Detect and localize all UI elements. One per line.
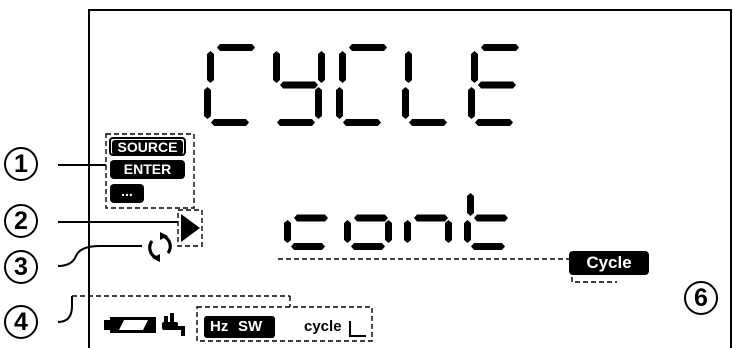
cycle-bar-label: cycle — [304, 318, 342, 335]
segment-a — [217, 44, 255, 51]
segment-f — [207, 51, 214, 83]
callout-2: 2 — [4, 204, 38, 238]
segment-c — [385, 220, 392, 243]
segment-d — [409, 119, 447, 126]
segment-d — [343, 119, 381, 126]
sw-label: SW — [238, 318, 263, 335]
segment-e — [336, 87, 343, 119]
segment-e — [204, 87, 211, 119]
segment-d — [475, 119, 513, 126]
segment-f — [471, 51, 478, 83]
play-triangle-icon — [181, 214, 200, 242]
enter-badge: ENTER — [110, 160, 185, 179]
battery-icon — [104, 317, 156, 333]
more-badge: ... — [110, 184, 144, 203]
segment-f — [339, 51, 346, 83]
segment-d — [471, 243, 505, 250]
segment-g — [280, 81, 318, 89]
hz-label: Hz — [210, 318, 229, 335]
repeat-cycle-icon — [148, 232, 172, 262]
segment-c — [315, 87, 322, 119]
segment-d — [291, 243, 325, 250]
segment-g — [478, 81, 516, 89]
segment-d — [351, 243, 385, 250]
callout-4: 4 — [4, 305, 38, 339]
segment-b — [318, 51, 325, 83]
segment-g — [354, 214, 388, 222]
callout-3: 3 — [4, 250, 38, 284]
segment-d — [277, 119, 315, 126]
hz-sw-cycle-indicator: Hz SW cycle — [204, 316, 368, 338]
segment-g — [474, 214, 508, 222]
source-badge: SOURCE — [109, 137, 186, 156]
cycle-badge: Cycle — [569, 251, 649, 275]
segment-e — [284, 220, 291, 243]
segment-c — [445, 220, 452, 243]
segment-e — [404, 220, 411, 243]
segment-g — [414, 214, 448, 222]
callout-6: 6 — [684, 281, 718, 315]
segment-e — [468, 87, 475, 119]
segment-e — [402, 87, 409, 119]
segment-line-2 — [284, 193, 508, 250]
leader-4 — [57, 296, 73, 323]
segment-d — [211, 119, 249, 126]
segment-e — [344, 220, 351, 243]
segment-f — [405, 51, 412, 83]
segment-g — [294, 214, 328, 222]
segment-e — [464, 220, 471, 243]
segment-a — [481, 44, 519, 51]
segment-f — [273, 51, 280, 83]
segment-f — [467, 193, 474, 216]
callout-line-6 — [278, 258, 617, 283]
segment-line-1 — [204, 44, 519, 126]
callout-1: 1 — [4, 147, 38, 181]
plug-icon — [162, 313, 185, 336]
hz-sw-block: Hz SW — [204, 316, 275, 338]
leader-3 — [57, 245, 142, 267]
segment-a — [349, 44, 387, 51]
